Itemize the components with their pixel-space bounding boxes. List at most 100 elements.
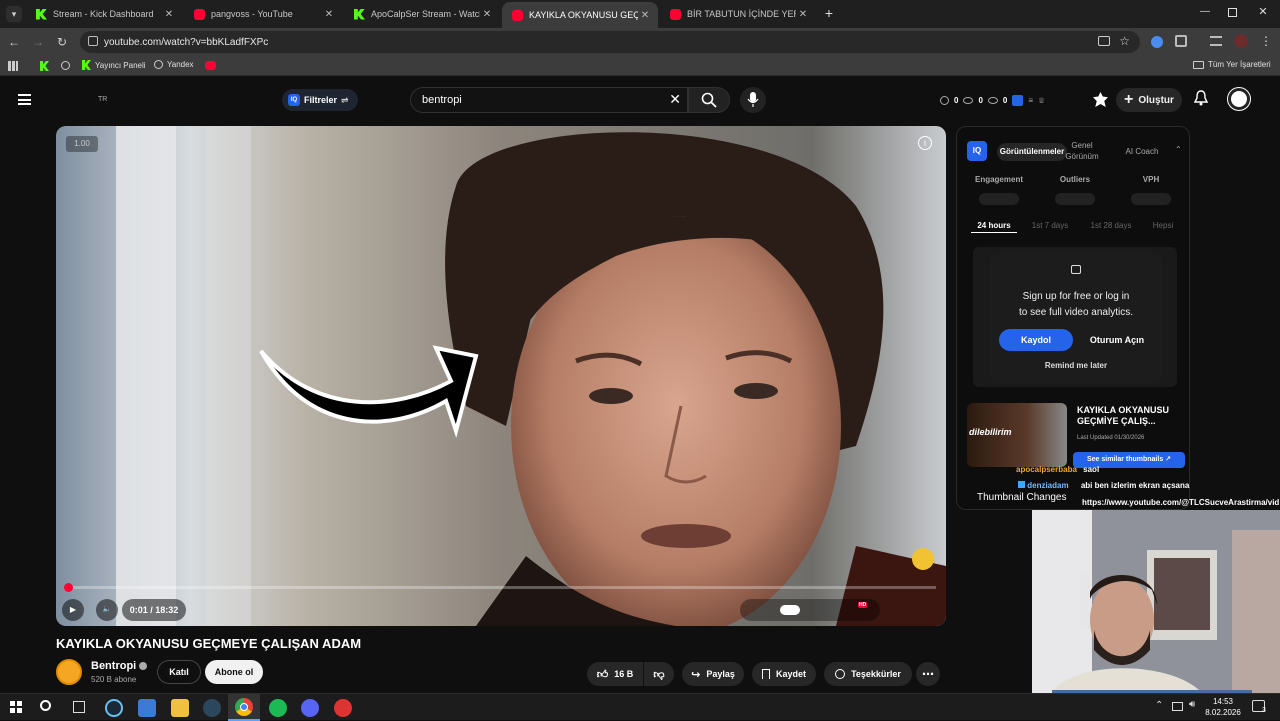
share-button[interactable]: ↪ Paylaş <box>682 662 744 686</box>
task-view-icon[interactable] <box>73 701 85 713</box>
chrome-icon-active[interactable] <box>228 694 260 721</box>
video-player[interactable]: 1.00 i ▶ 🔈 0:01 / 18:32 HD <box>56 126 946 626</box>
close-icon[interactable]: ✕ <box>162 9 176 20</box>
thumbnail-caption: dilebilirim <box>969 427 1012 437</box>
filters-button[interactable]: IQ Filtreler ⇌ <box>282 89 358 111</box>
thumbnail-changes[interactable]: Thumbnail Changes <box>977 492 1067 503</box>
steam-icon[interactable] <box>105 699 123 717</box>
clear-search-icon[interactable]: ✕ <box>669 91 681 108</box>
kick-bookmark-icon[interactable] <box>40 61 49 71</box>
close-window-button[interactable]: ✕ <box>1256 5 1270 19</box>
install-app-icon[interactable] <box>1098 36 1110 46</box>
steam-alt-icon[interactable] <box>203 699 221 717</box>
signup-button[interactable]: Kaydol <box>999 329 1073 351</box>
apps-grid-icon[interactable] <box>8 61 18 71</box>
iq-logo-icon[interactable] <box>1012 94 1024 106</box>
close-icon[interactable]: ✕ <box>796 9 810 20</box>
channel-avatar[interactable] <box>56 659 82 685</box>
voice-search-button[interactable] <box>740 87 766 113</box>
tab-apocalpser-stream[interactable]: ApoCalpSer Stream - Watch Li ✕ <box>344 4 500 24</box>
panel-tab-overview[interactable]: Genel Görünüm <box>1065 140 1099 162</box>
thumbs-up-icon: 👍︎ <box>596 668 609 681</box>
tab-kick-dashboard[interactable]: Stream - Kick Dashboard ✕ <box>26 4 182 24</box>
tab-bir-tabutun[interactable]: BİR TABUTUN İÇİNDE YER ALTI ✕ <box>660 4 816 24</box>
kick-icon <box>82 60 91 70</box>
dislike-button[interactable]: 👎︎ <box>644 662 674 686</box>
address-bar[interactable]: youtube.com/watch?v=bbKLadfFXPc ☆ <box>80 31 1140 53</box>
login-button[interactable]: Oturum Açın <box>1077 329 1157 351</box>
range-first-28-days[interactable]: 1st 28 days <box>1085 221 1137 230</box>
close-icon[interactable]: ✕ <box>480 9 494 20</box>
tab-search-button[interactable]: ▾ <box>6 6 22 22</box>
save-button[interactable]: Kaydet <box>752 662 816 686</box>
create-button[interactable]: + Oluştur <box>1116 88 1182 112</box>
tab-pangvoss[interactable]: pangvoss - YouTube ✕ <box>184 4 342 24</box>
progress-scrubber[interactable] <box>64 583 73 592</box>
volume-button[interactable]: 🔈 <box>96 599 118 621</box>
globe-bookmark-icon[interactable] <box>61 61 70 70</box>
app-icon[interactable] <box>334 699 352 717</box>
video-thumbnail[interactable]: dilebilirim <box>967 403 1067 467</box>
bookmark-yayinci-paneli[interactable]: Yayıncı Paneli <box>82 60 146 70</box>
collapse-chevron-icon[interactable]: ⌃ <box>1175 145 1182 154</box>
search-button[interactable] <box>688 87 730 113</box>
clock-time[interactable]: 14:53 <box>1206 697 1240 706</box>
extension-icon[interactable] <box>1151 36 1163 48</box>
hamburger-menu-icon[interactable] <box>18 94 31 105</box>
bookmark-star-icon[interactable]: ☆ <box>1119 34 1130 48</box>
volume-icon[interactable]: 🔊︎ <box>1189 699 1195 710</box>
thumbs-down-icon: 👎︎ <box>653 668 665 681</box>
network-icon[interactable] <box>1172 702 1183 711</box>
panel-tab-ai-coach[interactable]: AI Coach <box>1117 147 1167 156</box>
forward-icon[interactable]: → <box>30 34 46 50</box>
all-bookmarks[interactable]: Tüm Yer İşaretleri <box>1193 60 1271 69</box>
thanks-button[interactable]: Teşekkürler <box>824 662 912 686</box>
range-first-7-days[interactable]: 1st 7 days <box>1027 221 1073 230</box>
file-explorer-icon[interactable] <box>171 699 189 717</box>
account-avatar[interactable] <box>1228 88 1250 110</box>
more-actions-button[interactable]: ⋯ <box>916 662 940 686</box>
info-icon[interactable]: i <box>918 136 932 150</box>
clock-date[interactable]: 8.02.2026 <box>1203 708 1243 717</box>
remind-later-link[interactable]: Remind me later <box>989 361 1163 370</box>
bookmark-yandex[interactable]: Yandex <box>154 60 194 69</box>
youtube-bookmark-icon[interactable] <box>205 61 216 70</box>
list-icon[interactable]: ≡ <box>1028 96 1033 105</box>
channel-name[interactable]: Bentropi <box>91 660 148 672</box>
progress-bar[interactable] <box>64 583 936 592</box>
tray-chevron-icon[interactable]: ⌃ <box>1155 700 1163 711</box>
spotify-icon[interactable] <box>269 699 287 717</box>
close-icon[interactable]: ✕ <box>322 9 336 20</box>
search-icon[interactable] <box>40 700 51 711</box>
search-input[interactable]: bentropi ✕ <box>410 87 688 113</box>
tab-kayikla-okyanusu[interactable]: KAYIKLA OKYANUSU GEÇMEYE ✕ <box>502 2 658 28</box>
autoplay-toggle[interactable] <box>780 605 800 615</box>
extensions-puzzle-icon[interactable] <box>1175 35 1187 47</box>
chrome-menu-icon[interactable]: ⋮ <box>1260 34 1272 50</box>
notifications-bell-icon[interactable] <box>1193 90 1209 106</box>
discord-icon[interactable] <box>301 699 319 717</box>
profile-avatar[interactable] <box>1234 34 1248 48</box>
range-all[interactable]: Hepsi <box>1147 221 1179 230</box>
playback-speed-badge[interactable]: 1.00 <box>66 136 98 152</box>
join-button[interactable]: Katıl <box>157 660 201 684</box>
share-arrow-icon: ↪ <box>691 668 701 681</box>
site-info-icon[interactable] <box>88 36 98 46</box>
minimize-button[interactable]: — <box>1198 6 1212 20</box>
reading-list-icon[interactable] <box>1210 36 1222 46</box>
new-tab-button[interactable]: + <box>821 5 837 21</box>
thumbnail-updated: Last Updated 01/30/2026 <box>1077 435 1145 441</box>
range-24-hours[interactable]: 24 hours <box>971 221 1017 233</box>
extension-badge-icon[interactable] <box>1093 92 1108 107</box>
reload-icon[interactable]: ↻ <box>54 34 70 50</box>
close-icon[interactable]: ✕ <box>638 10 652 21</box>
like-button[interactable]: 👍︎ 16 B <box>587 662 643 686</box>
back-icon[interactable]: ← <box>6 34 22 50</box>
panel-tab-views[interactable]: Görüntülenmeler <box>997 143 1067 161</box>
store-icon[interactable] <box>138 699 156 717</box>
restore-button[interactable] <box>1228 8 1237 17</box>
windows-start-icon[interactable] <box>10 701 22 713</box>
subscribe-button[interactable]: Abone ol <box>205 660 263 684</box>
trophy-icon[interactable]: ♕ <box>1038 96 1045 105</box>
play-button[interactable]: ▶ <box>62 599 84 621</box>
